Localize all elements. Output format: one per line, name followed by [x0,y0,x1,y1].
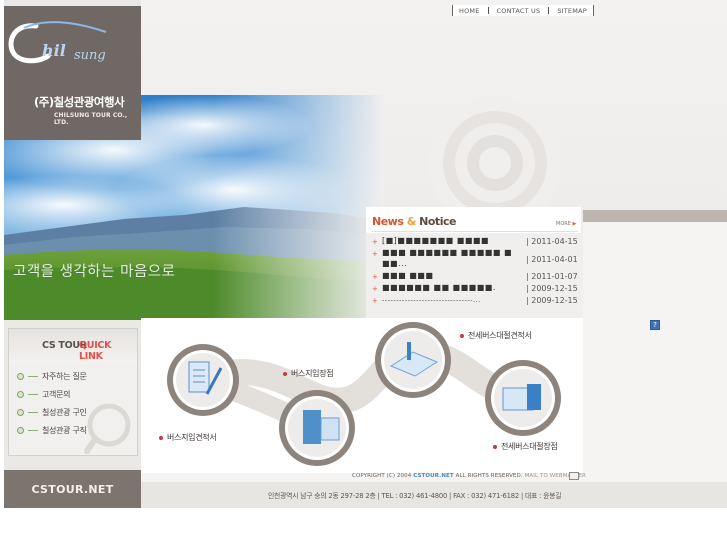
bullet-line [28,375,38,377]
process-step-label-1[interactable]: 버스지입견적서 [159,432,217,443]
service-process-diagram: 버스지입견적서 버스지입장점 전세버스대절견적서 전세버스대절장점 [141,318,583,473]
copyright-text: COPYRIGHT (C) 2004 [352,473,412,479]
news-item-date: | 2009-12-15 [526,284,578,293]
news-item[interactable]: + ■■■ ■■■ | 2011-01-07 [372,271,578,283]
copyright-line: COPYRIGHT (C) 2004 CSTOUR.NET ALL RIGHTS… [352,473,586,479]
copyright-rights: ALL RIGHTS RESERVED. [455,473,523,479]
news-item-title: ■■... [382,259,408,268]
company-name-english: CHILSUNG TOUR CO., LTD. [54,112,128,126]
logo-text-b: sung [74,48,106,63]
bullet-icon [17,426,24,434]
logo-block: hil sung (주)칠성관광여행사 CHILSUNG TOUR CO., L… [4,0,141,140]
bullet-icon [283,371,287,376]
quick-link-recruit[interactable]: 칠성관광 구인 [17,405,87,419]
hero-slogan: 고객을 생각하는 마음으로 [13,264,176,280]
bullet-line [28,411,38,413]
news-list: + [■]■■■■■■■ ■■■■ | 2011-04-15 + ■■■ ■■■… [366,233,581,319]
news-more-label: MORE [556,221,571,227]
help-icon[interactable]: ? [650,320,660,330]
news-item-date: | 2011-01-07 [526,272,578,281]
process-step-label-2[interactable]: 버스지입장점 [283,368,334,379]
news-title: News & Notice [372,215,456,228]
quick-link-title: QUICK LINK [79,340,112,362]
bullet-icon [17,372,24,380]
page: HOME CONTACT US SITEMAP 고객을 생각하는 마음으로 hi… [0,0,727,545]
quick-link-label: 칠성관광 구인 [42,407,87,417]
news-item-title: ■■■■■■ ■■ ■■■■■. [382,283,496,292]
company-name-korean: (주)칠성관광여행사 [34,95,125,109]
nav-separator [487,7,489,14]
magnifier-icon [84,403,131,454]
background-band [583,210,727,222]
chilsung-logo[interactable]: hil sung [6,16,126,76]
nav-contact-link[interactable]: CONTACT US [497,7,541,15]
bullet-icon: + [372,297,378,305]
news-item-date: | 2011-04-15 [526,237,578,246]
news-item-title: ■■■ ■■■■■■ ■■■■■ ■ [382,248,513,257]
news-title-notice: Notice [419,215,456,228]
process-step-icon-4[interactable] [485,360,561,436]
process-step-icon-2[interactable] [279,390,355,466]
quick-link-label: 자주하는 질문 [42,371,87,381]
bullet-line [28,429,38,431]
nav-home-link[interactable]: HOME [459,7,480,15]
nav-sitemap-link[interactable]: SITEMAP [557,7,587,15]
bullet-icon: + [372,273,378,281]
footer-address: 인천광역시 남구 숭의 2동 297-28 2층 | TEL : 032) 46… [268,492,562,500]
news-item[interactable]: + ■■■■■■ ■■ ■■■■■. | 2009-12-15 [372,283,578,295]
background-right-lower [583,222,727,508]
news-divider [372,231,578,232]
quick-link-label: 고객문의 [42,389,71,399]
news-item-title: [■]■■■■■■■ ■■■■ [382,236,489,245]
news-item-date: | 2011-04-01 [526,255,578,264]
mail-icon[interactable] [569,472,579,480]
news-title-amp: & [406,215,417,228]
bullet-icon [17,408,24,416]
news-item-continued[interactable]: ■■... | 2011-04-01 [372,255,578,271]
top-navigation: HOME CONTACT US SITEMAP [452,5,594,16]
bullet-icon [493,444,497,449]
process-step-icon-3[interactable] [375,322,451,398]
quick-link-job-seek[interactable]: 칠성관광 구직 [17,423,87,437]
quick-link-inquiry[interactable]: 고객문의 [17,387,71,401]
bullet-icon [159,435,163,440]
quick-link-label: 칠성관광 구직 [42,425,87,435]
news-item[interactable]: + --------------------------------... | … [372,295,578,307]
bullet-icon: + [372,285,378,293]
bullet-icon [460,333,464,338]
bullet-icon: + [372,238,378,246]
news-item[interactable]: + [■]■■■■■■■ ■■■■ | 2011-04-15 [372,236,578,248]
news-item-title: ■■■ ■■■ [382,271,434,280]
news-more-link[interactable]: MORE ▶ [556,221,576,227]
process-step-text: 버스지입견적서 [167,433,217,442]
logo-text: hil [42,41,66,60]
process-step-label-4[interactable]: 전세버스대절장점 [493,441,558,452]
process-step-text: 전세버스대절장점 [501,442,558,451]
quick-link-panel: CS TOUR QUICK LINK 자주하는 질문 고객문의 칠성관광 구인 … [8,328,138,456]
quick-link-header: CS TOUR QUICK LINK [9,329,137,363]
news-item-date: | 2009-12-15 [526,296,578,305]
bullet-icon: + [372,250,378,258]
logo-top-strip [4,0,141,6]
copyright-domain: CSTOUR.NET [413,473,454,479]
site-domain-block[interactable]: CSTOUR.NET [4,470,141,508]
news-notice-panel: News & Notice MORE ▶ + [■]■■■■■■■ ■■■■ |… [366,207,581,319]
arrow-right-icon: ▶ [572,221,577,227]
news-title-news: News [372,215,404,228]
process-step-text: 전세버스대절견적서 [468,331,532,340]
bullet-icon [17,390,24,398]
news-item-title: --------------------------------... [382,296,481,304]
process-step-label-3[interactable]: 전세버스대절견적서 [460,330,532,341]
process-step-text: 버스지입장점 [291,369,334,378]
site-domain-label: CSTOUR.NET [31,483,114,496]
bullet-line [28,393,38,395]
process-step-icon-1[interactable] [167,344,239,416]
nav-separator [548,7,550,14]
quick-link-faq[interactable]: 자주하는 질문 [17,369,87,383]
